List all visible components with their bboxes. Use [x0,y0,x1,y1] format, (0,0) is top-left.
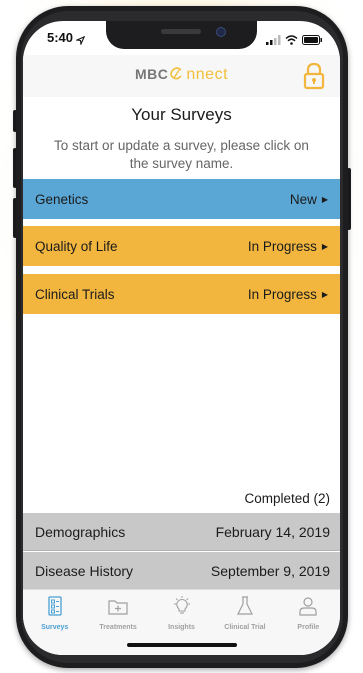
phone-screen: 5:40 MBC nnect Your Surveys To start or … [23,21,340,655]
survey-status: New [289,191,317,207]
survey-row-genetics[interactable]: Genetics New ▶ [23,179,340,219]
survey-clipboard-icon [46,596,64,621]
location-arrow-icon [74,32,86,50]
tab-label: Clinical Trial [224,624,266,631]
app-header: MBC nnect [23,55,340,97]
logo-ribbon-icon [168,66,186,83]
completed-survey-name: Disease History [35,562,134,579]
completed-section-label: Completed (2) [244,491,330,506]
caret-right-icon: ▶ [321,241,328,251]
wifi-icon [285,32,298,50]
tab-profile[interactable]: Profile [277,590,340,655]
survey-row-quality-of-life[interactable]: Quality of Life In Progress ▶ [23,226,340,266]
survey-status: In Progress [247,238,317,254]
phone-notch [106,21,257,49]
survey-status: In Progress [247,286,317,302]
lock-button[interactable] [302,62,326,90]
treatments-folder-icon [108,596,128,621]
lightbulb-icon [172,596,192,621]
tab-surveys[interactable]: Surveys [23,590,86,655]
completed-survey-disease-history[interactable]: Disease History September 9, 2019 [23,552,340,590]
survey-name: Genetics [35,191,89,207]
app-logo: MBC nnect [134,66,229,83]
completed-survey-date: February 14, 2019 [215,523,330,540]
completed-survey-demographics[interactable]: Demographics February 14, 2019 [23,513,340,551]
tab-label: Treatments [99,624,137,631]
status-time: 5:40 [47,30,74,45]
page-subtitle: To start or update a survey, please clic… [54,138,309,171]
battery-icon [302,32,322,50]
signal-icon [266,32,281,50]
survey-row-clinical-trials[interactable]: Clinical Trials In Progress ▶ [23,274,340,314]
survey-name: Clinical Trials [35,286,115,302]
tab-label: Profile [297,624,320,631]
flask-icon [235,596,255,621]
person-icon [298,596,318,621]
survey-name: Quality of Life [35,238,118,254]
caret-right-icon: ▶ [321,194,328,204]
completed-survey-date: September 9, 2019 [210,562,330,579]
completed-survey-name: Demographics [35,523,126,540]
caret-right-icon: ▶ [321,289,328,299]
tab-label: Surveys [41,624,69,631]
lock-icon [302,62,326,94]
tab-label: Insights [168,624,195,631]
page-title: Your Surveys [131,105,232,124]
home-indicator [127,643,237,647]
